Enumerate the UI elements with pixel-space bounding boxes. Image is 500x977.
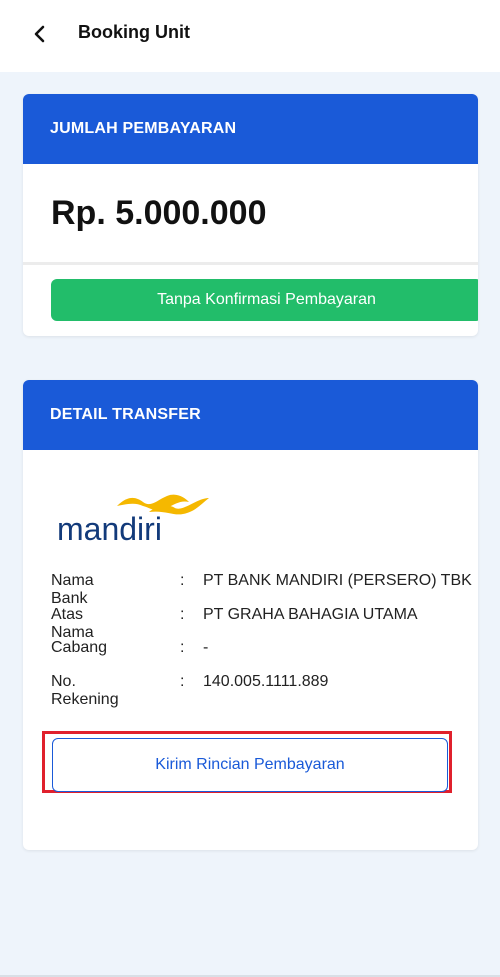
svg-text:mandiri: mandiri [57, 511, 162, 547]
detail-separator: : [180, 572, 185, 589]
app-bar: Booking Unit [0, 0, 500, 72]
no-confirmation-payment-button[interactable]: Tanpa Konfirmasi Pembayaran [51, 279, 478, 321]
detail-separator: : [180, 605, 185, 623]
page-title: Booking Unit [78, 22, 190, 42]
detail-label: Cabang [51, 639, 108, 656]
detail-value: 140.005.1111.889 [203, 672, 329, 690]
detail-label: Nama Bank [51, 572, 94, 607]
card-divider [23, 262, 478, 265]
detail-separator: : [180, 639, 185, 656]
bank-mandiri-logo: mandiri [57, 494, 209, 547]
transfer-card-header: DETAIL TRANSFER [23, 380, 478, 450]
chevron-left-icon [34, 25, 45, 43]
back-button[interactable] [24, 18, 56, 50]
detail-value: - [203, 639, 209, 656]
payment-amount: Rp. 5.000.000 [51, 194, 267, 232]
detail-label: No. Rekening [51, 672, 119, 708]
payment-card-header: JUMLAH PEMBAYARAN [23, 94, 478, 164]
send-payment-details-button[interactable]: Kirim Rincian Pembayaran [52, 738, 448, 792]
detail-value: PT BANK MANDIRI (PERSERO) TBK [203, 572, 472, 589]
detail-value: PT GRAHA BAHAGIA UTAMA [203, 605, 418, 623]
payment-amount-card: JUMLAH PEMBAYARAN Rp. 5.000.000 Tanpa Ko… [23, 94, 478, 336]
detail-label: Atas Nama [51, 605, 94, 641]
detail-separator: : [180, 672, 185, 690]
